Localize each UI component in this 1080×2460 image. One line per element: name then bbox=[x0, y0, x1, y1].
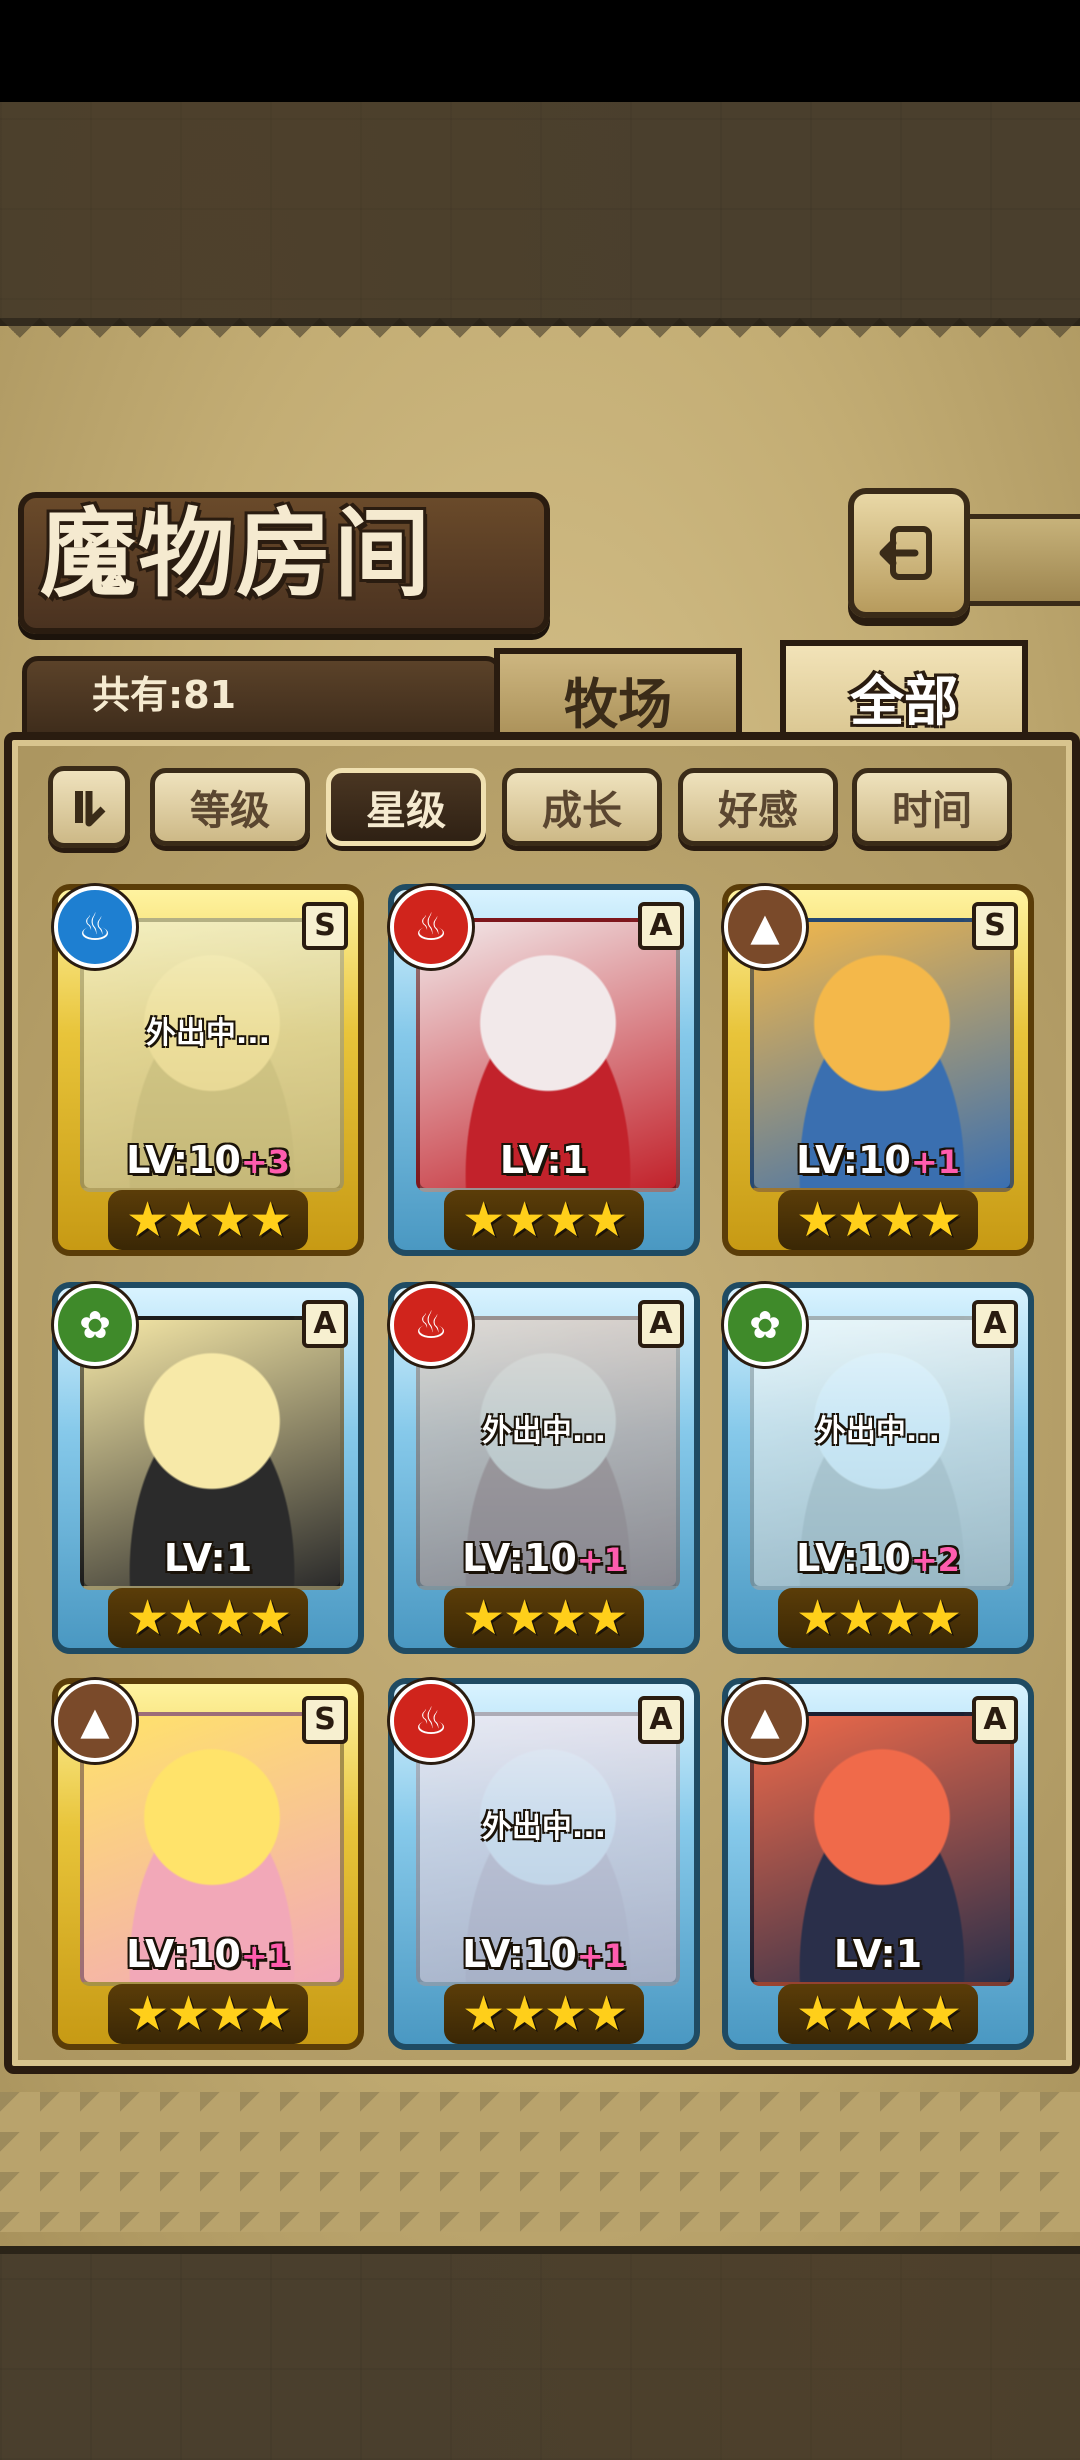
away-status: 外出中... bbox=[145, 1016, 271, 1051]
fire-element-icon: ♨ bbox=[390, 886, 472, 968]
level-label: LV:10+1 bbox=[394, 1536, 694, 1580]
rank-badge: S bbox=[302, 902, 348, 950]
sort-growth-button[interactable]: 成长 bbox=[502, 768, 662, 846]
level-label: LV:1 bbox=[58, 1536, 358, 1580]
level-label: LV:10+2 bbox=[728, 1536, 1028, 1580]
rank-badge: A bbox=[638, 902, 684, 950]
sort-star-button[interactable]: 星级 bbox=[326, 768, 486, 846]
rank-badge: S bbox=[302, 1696, 348, 1744]
bottom-decor-strip bbox=[0, 2092, 1080, 2232]
monster-card[interactable]: ♨ A LV:1 ★★★★ bbox=[388, 884, 700, 1256]
wood-element-icon: ✿ bbox=[54, 1284, 136, 1366]
earth-element-icon: ▲ bbox=[724, 886, 806, 968]
star-rating: ★★★★ bbox=[108, 1984, 308, 2044]
level-plus: +1 bbox=[576, 1541, 626, 1579]
status-bar-area bbox=[0, 0, 1080, 102]
tab-all[interactable]: 全部 bbox=[780, 640, 1028, 746]
total-count: 共有:81 bbox=[92, 673, 237, 717]
rank-badge: S bbox=[972, 902, 1018, 950]
wood-element-icon: ✿ bbox=[724, 1284, 806, 1366]
rank-badge: A bbox=[972, 1696, 1018, 1744]
monster-card[interactable]: ▲ S LV:10+1 ★★★★ bbox=[52, 1678, 364, 2050]
earth-element-icon: ▲ bbox=[54, 1680, 136, 1762]
level-label: LV:10+1 bbox=[394, 1932, 694, 1976]
back-arrow-icon bbox=[879, 526, 932, 580]
level-plus: +1 bbox=[576, 1937, 626, 1975]
sort-affection-button[interactable]: 好感 bbox=[678, 768, 838, 846]
level-value: LV:10 bbox=[462, 1536, 577, 1580]
level-value: LV:10 bbox=[796, 1138, 911, 1182]
level-value: LV:10 bbox=[126, 1932, 241, 1976]
level-label: LV:10+3 bbox=[58, 1138, 358, 1182]
sort-order-toggle[interactable] bbox=[48, 766, 130, 848]
page-title: 魔物房间 bbox=[40, 498, 432, 610]
earth-element-icon: ▲ bbox=[724, 1680, 806, 1762]
water-element-icon: ♨ bbox=[54, 886, 136, 968]
level-value: LV:1 bbox=[833, 1932, 923, 1976]
monster-card[interactable]: ♨ A 外出中... LV:10+1 ★★★★ bbox=[388, 1282, 700, 1654]
star-rating: ★★★★ bbox=[778, 1588, 978, 1648]
tab-farm[interactable]: 牧场 bbox=[494, 648, 742, 744]
star-rating: ★★★★ bbox=[778, 1984, 978, 2044]
star-rating: ★★★★ bbox=[778, 1190, 978, 1250]
monster-card[interactable]: ▲ S LV:10+1 ★★★★ bbox=[722, 884, 1034, 1256]
star-rating: ★★★★ bbox=[108, 1588, 308, 1648]
star-rating: ★★★★ bbox=[444, 1190, 644, 1250]
level-value: LV:10 bbox=[796, 1536, 911, 1580]
monster-card[interactable]: ✿ A LV:1 ★★★★ bbox=[52, 1282, 364, 1654]
rank-badge: A bbox=[638, 1696, 684, 1744]
star-rating: ★★★★ bbox=[444, 1588, 644, 1648]
level-plus: +1 bbox=[910, 1143, 960, 1181]
sort-time-button[interactable]: 时间 bbox=[852, 768, 1012, 846]
away-status: 外出中... bbox=[815, 1414, 941, 1449]
away-status: 外出中... bbox=[481, 1414, 607, 1449]
rank-badge: A bbox=[302, 1300, 348, 1348]
level-label: LV:10+1 bbox=[58, 1932, 358, 1976]
monster-card[interactable]: ✿ A 外出中... LV:10+2 ★★★★ bbox=[722, 1282, 1034, 1654]
fire-element-icon: ♨ bbox=[390, 1680, 472, 1762]
panel-top-edge bbox=[0, 318, 1080, 358]
monster-card[interactable]: ♨ A 外出中... LV:10+1 ★★★★ bbox=[388, 1678, 700, 2050]
fire-element-icon: ♨ bbox=[390, 1284, 472, 1366]
level-value: LV:10 bbox=[126, 1138, 241, 1182]
level-value: LV:10 bbox=[462, 1932, 577, 1976]
star-rating: ★★★★ bbox=[108, 1190, 308, 1250]
monster-card[interactable]: ▲ A LV:1 ★★★★ bbox=[722, 1678, 1034, 2050]
level-plus: +2 bbox=[910, 1541, 960, 1579]
back-button[interactable] bbox=[848, 488, 970, 618]
level-value: LV:1 bbox=[499, 1138, 589, 1182]
back-button-rail bbox=[960, 514, 1080, 606]
away-status: 外出中... bbox=[481, 1810, 607, 1845]
rank-badge: A bbox=[972, 1300, 1018, 1348]
monster-card[interactable]: ♨ S 外出中... LV:10+3 ★★★★ bbox=[52, 884, 364, 1256]
level-plus: +1 bbox=[240, 1937, 290, 1975]
rank-badge: A bbox=[638, 1300, 684, 1348]
level-plus: +3 bbox=[240, 1143, 290, 1181]
level-label: LV:1 bbox=[394, 1138, 694, 1182]
star-rating: ★★★★ bbox=[444, 1984, 644, 2044]
level-value: LV:1 bbox=[163, 1536, 253, 1580]
sort-order-icon bbox=[75, 791, 106, 827]
level-label: LV:10+1 bbox=[728, 1138, 1028, 1182]
level-label: LV:1 bbox=[728, 1932, 1028, 1976]
sort-level-button[interactable]: 等级 bbox=[150, 768, 310, 846]
